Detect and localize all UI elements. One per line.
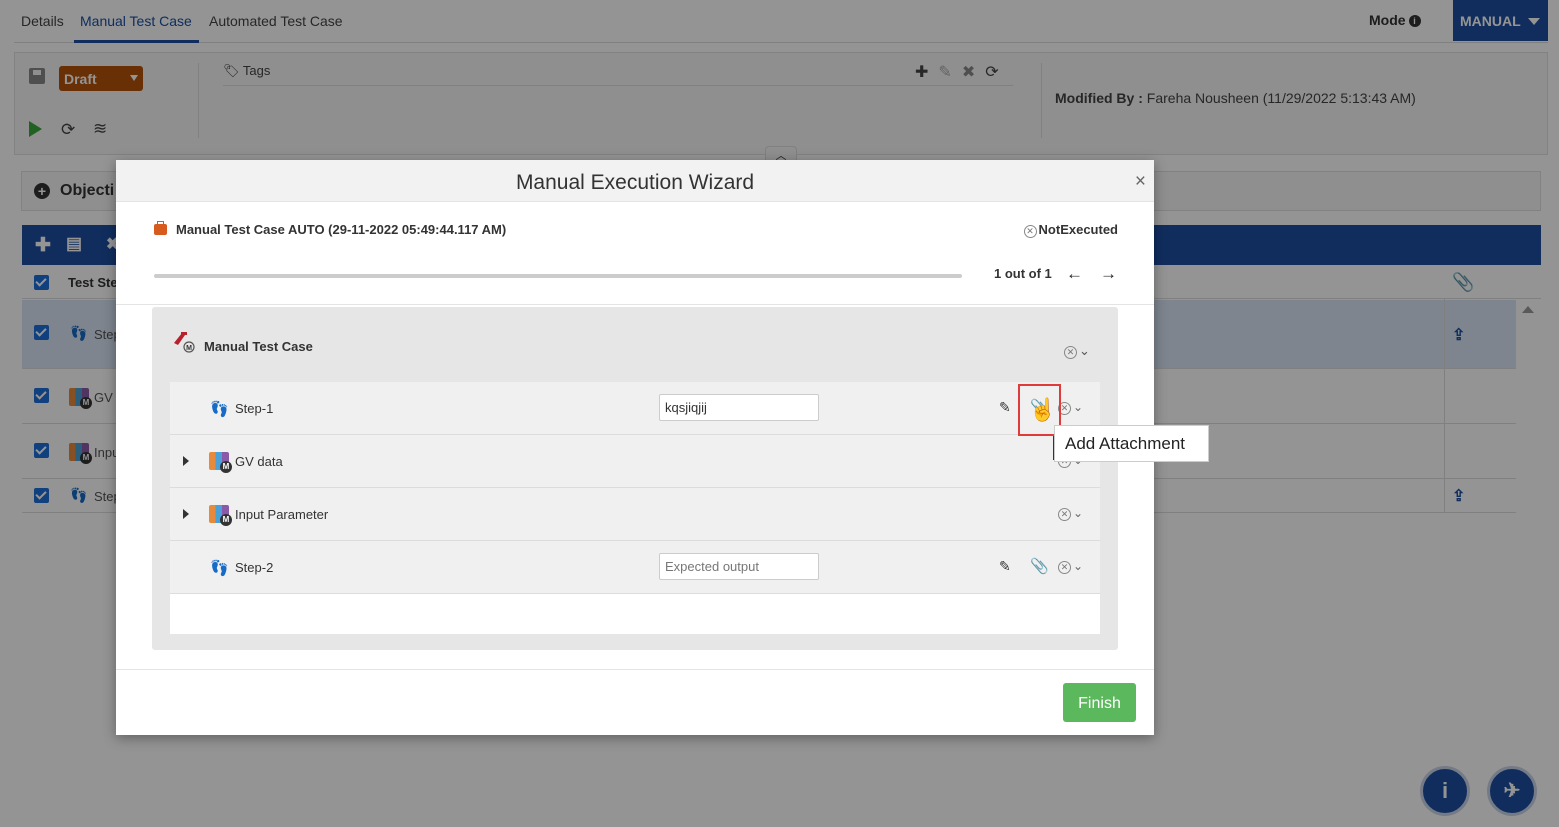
status-dropdown[interactable]: ✕⌄ — [1064, 343, 1090, 359]
paperclip-icon[interactable]: 📎 — [1030, 557, 1049, 575]
step-name: GV data — [235, 454, 283, 469]
list-item[interactable]: Input Parameter ✕⌄ — [170, 488, 1100, 541]
progress-bar — [154, 274, 962, 278]
manual-execution-wizard: Manual Execution Wizard × Manual Test Ca… — [116, 160, 1154, 735]
divider — [116, 669, 1154, 670]
test-case-panel: M Manual Test Case ✕⌄ 👣 Step-1 ✎ 📎 ✕⌄ GV… — [152, 307, 1118, 650]
close-icon[interactable]: × — [1135, 171, 1146, 193]
step-name: Step-2 — [235, 560, 274, 575]
status-dropdown[interactable]: ✕⌄ — [1058, 400, 1083, 415]
status-dropdown[interactable]: ✕⌄ — [1058, 506, 1083, 521]
footsteps-icon: 👣 — [210, 401, 229, 418]
list-item: 👣 Step-2 ✎ 📎 ✕⌄ — [170, 541, 1100, 594]
add-attachment-tooltip: Add Attachment — [1054, 425, 1209, 462]
modal-header: Manual Execution Wizard × — [116, 160, 1154, 202]
not-executed-icon: ✕ — [1058, 561, 1071, 574]
actual-output-input[interactable] — [659, 394, 819, 421]
module-icon — [209, 505, 232, 526]
execution-status-text: NotExecuted — [1038, 222, 1118, 237]
finish-button[interactable]: Finish — [1063, 683, 1136, 722]
test-case-name: Manual Test Case AUTO (29-11-2022 05:49:… — [176, 222, 507, 237]
step-name: Step-1 — [235, 401, 274, 416]
arrow-right-icon[interactable]: → — [1100, 264, 1117, 284]
module-icon — [209, 452, 232, 473]
status-dropdown[interactable]: ✕⌄ — [1058, 559, 1083, 574]
not-executed-icon: ✕ — [1064, 346, 1077, 359]
manual-test-case-icon: M — [174, 332, 195, 353]
edit-icon[interactable]: ✎ — [999, 399, 1011, 416]
svg-text:M: M — [186, 345, 192, 352]
actual-output-input[interactable] — [659, 553, 819, 580]
list-item[interactable]: GV data ✕⌄ — [170, 435, 1100, 488]
modal-title: Manual Execution Wizard — [515, 171, 755, 194]
edit-icon[interactable]: ✎ — [999, 558, 1011, 575]
hand-cursor-icon: ☝ — [1029, 397, 1057, 422]
expand-icon[interactable] — [183, 456, 189, 466]
expand-icon[interactable] — [183, 509, 189, 519]
test-case-title: Manual Test Case AUTO (29-11-2022 05:49:… — [154, 221, 507, 237]
footsteps-icon: 👣 — [210, 560, 229, 577]
list-item: 👣 Step-1 ✎ 📎 ✕⌄ — [170, 382, 1100, 435]
not-executed-icon: ✕ — [1058, 508, 1071, 521]
pager-text: 1 out of 1 — [994, 266, 1052, 281]
not-executed-icon: ✕ — [1023, 225, 1037, 238]
execution-status: ✕ NotExecuted — [1023, 222, 1118, 238]
arrow-left-icon[interactable]: ← — [1066, 264, 1083, 284]
step-name: Input Parameter — [235, 507, 329, 522]
divider — [116, 304, 1154, 305]
section-title: Manual Test Case — [204, 339, 313, 354]
briefcase-icon — [154, 221, 167, 235]
steps-list: 👣 Step-1 ✎ 📎 ✕⌄ GV data ✕⌄ Input Paramet… — [170, 382, 1100, 634]
